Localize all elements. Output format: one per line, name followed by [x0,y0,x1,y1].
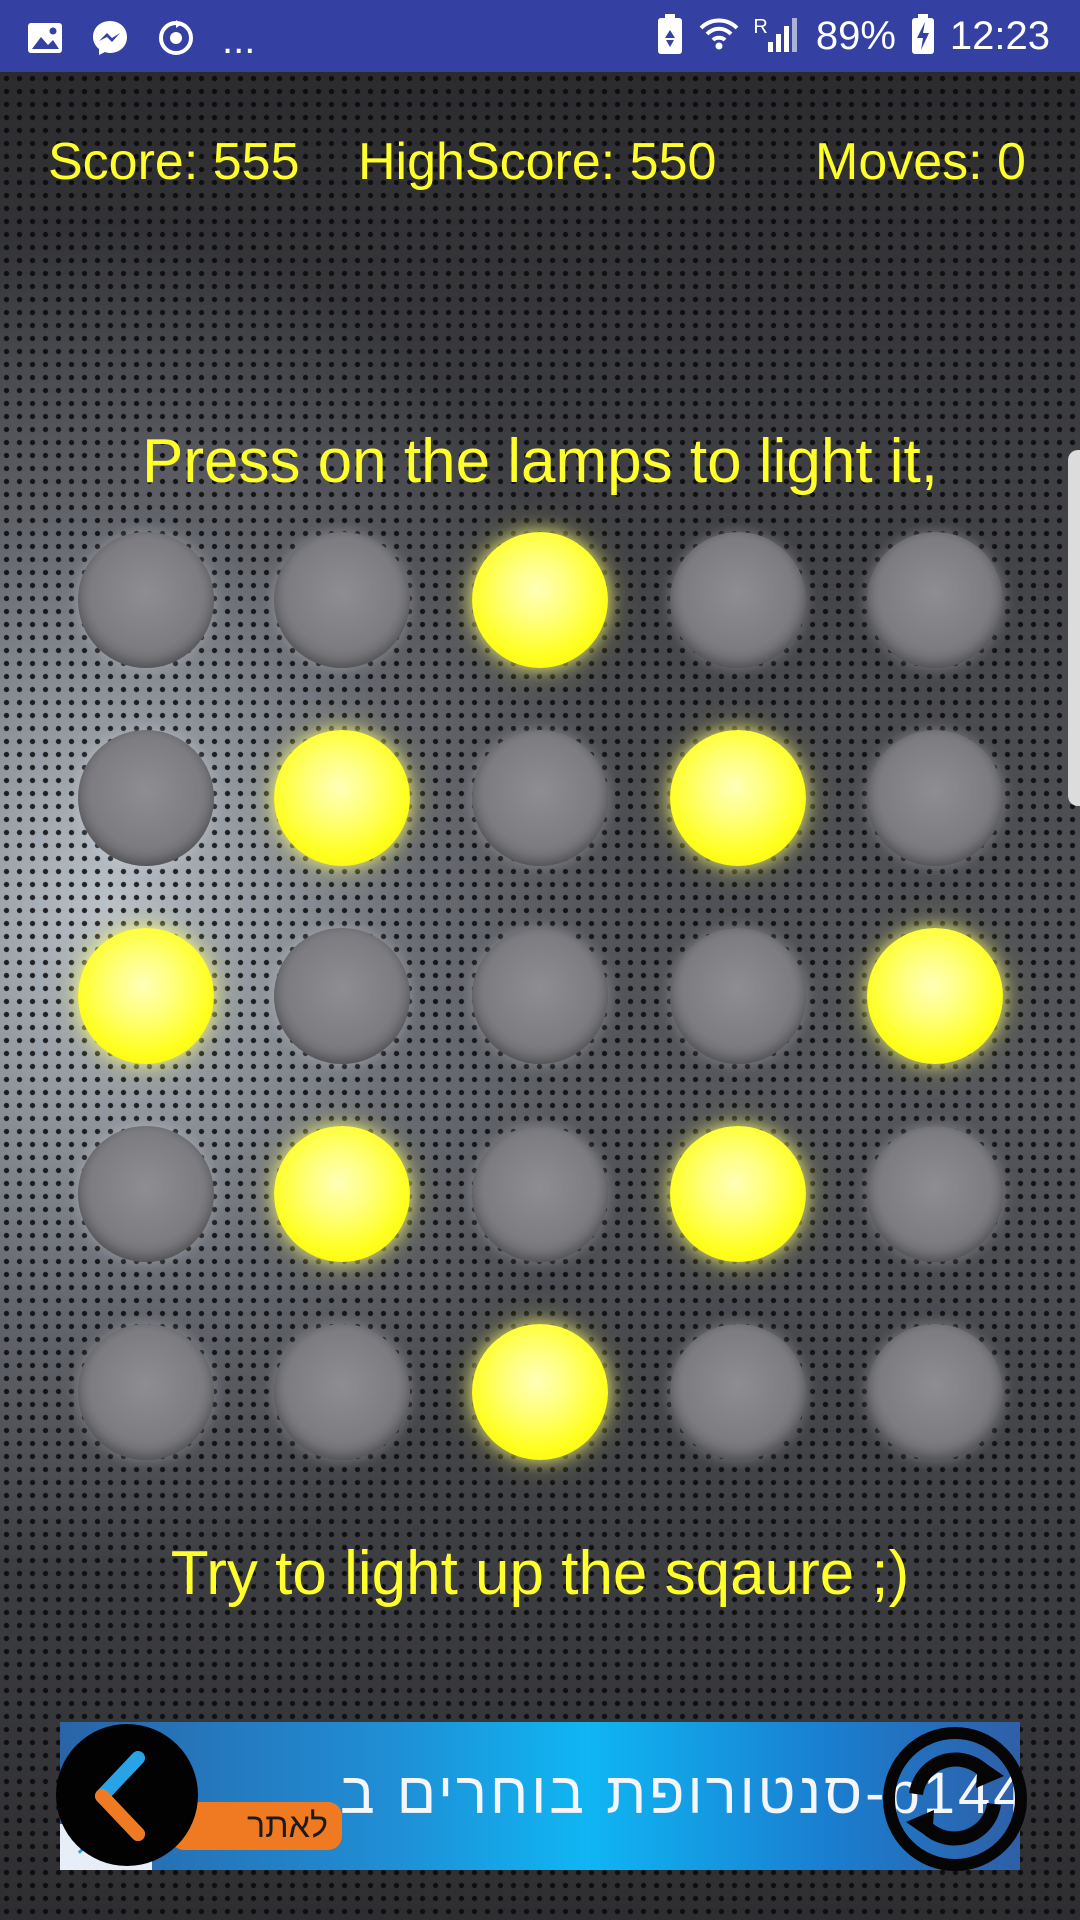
lamp-r4-c3[interactable] [472,1126,608,1262]
highscore-label: HighScore: 550 [358,133,717,191]
lamp-r5-c3[interactable] [472,1324,608,1460]
refresh-button[interactable] [880,1724,1030,1874]
lamp-r2-c3[interactable] [472,730,608,866]
lamp-r3-c1[interactable] [78,928,214,1064]
lamp-r5-c2[interactable] [274,1324,410,1460]
lamp-r5-c1[interactable] [78,1324,214,1460]
lamp-r1-c5[interactable] [867,532,1003,668]
wifi-icon [699,14,739,59]
messenger-icon [90,18,130,63]
lamp-r2-c5[interactable] [867,730,1003,866]
lamp-r3-c3[interactable] [472,928,608,1064]
lamp-r5-c4[interactable] [670,1324,806,1460]
battery-percent: 89% [815,14,896,58]
clock: 12:23 [949,14,1050,58]
signal-icon [766,14,802,59]
status-bar-system: R 89% 12:23 [655,10,1050,62]
lamp-r1-c1[interactable] [78,532,214,668]
battery-charging-icon [910,12,936,61]
status-bar-notifications: ... [26,14,255,66]
lamp-r5-c5[interactable] [867,1324,1003,1460]
score-label: Score: 555 [48,133,300,191]
game-board: Score: 555 HighScore: 550 Moves: 0 Press… [0,72,1080,1920]
instruction-top: Press on the lamps to light it, [141,427,939,496]
lamp-r1-c2[interactable] [274,532,410,668]
lamp-r2-c4[interactable] [670,730,806,866]
lamp-r2-c1[interactable] [78,730,214,866]
moves-label: Moves: 0 [815,133,1026,191]
more-notifications: ... [222,18,256,62]
edge-panel-handle[interactable] [1068,450,1080,806]
lamp-r4-c1[interactable] [78,1126,214,1262]
lamp-r3-c4[interactable] [670,928,806,1064]
instruction-bottom: Try to light up the sqaure ;) [170,1539,910,1608]
back-arrow-icon [95,1751,145,1841]
status-bar: ... R 89% 12:23 [0,0,1080,72]
sync-icon [156,18,196,63]
lamp-r4-c2[interactable] [274,1126,410,1262]
lamp-r3-c5[interactable] [867,928,1003,1064]
back-button[interactable] [56,1724,198,1866]
lamp-r4-c5[interactable] [867,1126,1003,1262]
lamp-r1-c3[interactable] [472,532,608,668]
lamp-r1-c4[interactable] [670,532,806,668]
battery-saver-icon [655,12,685,61]
lamp-r2-c2[interactable] [274,730,410,866]
ad-banner[interactable]: סנטורופת בוחרים ב-b144 לאתר ✕ [60,1722,1020,1870]
refresh-icon [883,1727,1027,1871]
gallery-icon [26,19,64,62]
lamp-r3-c2[interactable] [274,928,410,1064]
lamp-r4-c4[interactable] [670,1126,806,1262]
